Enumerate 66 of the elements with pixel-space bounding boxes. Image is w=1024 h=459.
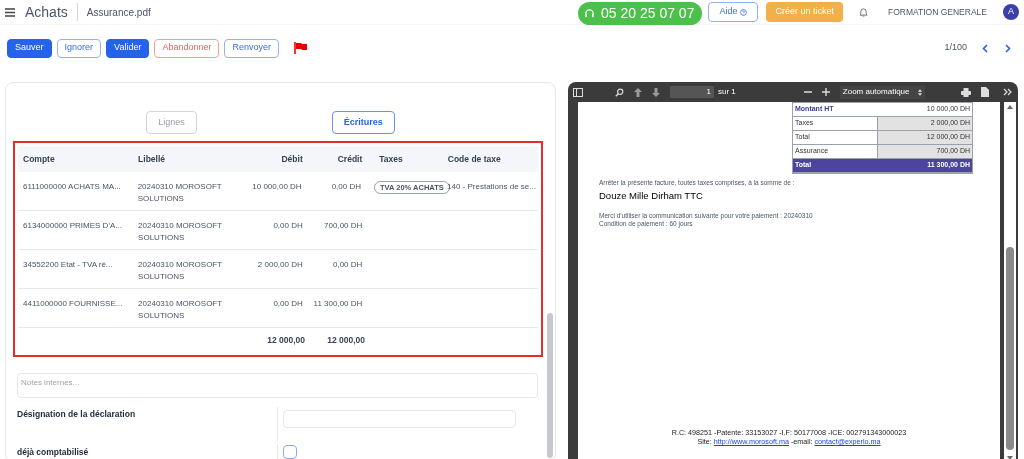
column-header[interactable]: Taxes [379,153,403,164]
zoom-select[interactable]: Zoom automatique [839,85,925,99]
tab[interactable]: Écritures [331,111,395,134]
page-input[interactable]: 1 [670,86,714,98]
toolbar-button[interactable]: Sauver [7,38,52,58]
column-header[interactable]: Libellé [138,153,165,164]
page-title: Achats [25,2,68,22]
scroll-up-icon[interactable] [1007,105,1013,109]
toolbar-button[interactable]: Valider [106,38,150,58]
toolbar-button[interactable]: Renvoyer [224,38,279,58]
table-cell: 140 - Prestations de se... [447,182,536,191]
table-cell: 6134000000 PRIMES D'A... [23,221,122,230]
table-cell: 20240310 MOROSOFT SOLUTIONS [138,299,222,320]
scrollbar[interactable] [547,313,553,458]
flag-icon[interactable] [294,42,308,54]
total-cell: 12 000,00 [327,334,365,345]
arrow-up-icon[interactable] [634,87,642,97]
table-cell: 0,00 DH [332,260,363,269]
table-cell: 20240310 MOROSOFT SOLUTIONS [137,182,222,203]
table-cell: 10 000,00 DH [252,182,302,191]
table-cell: 6111000000 ACHATS MA... [23,182,121,191]
table-cell: 20240310 MOROSOFT SOLUTIONS [138,221,222,242]
column-header[interactable]: Crédit [337,153,363,164]
table-cell: 2 000,00 DH [257,260,303,269]
bell-icon[interactable] [858,7,868,17]
avatar[interactable]: A [1003,4,1019,20]
chevron-left-icon[interactable] [982,43,988,53]
print-icon[interactable] [961,87,971,97]
minus-icon[interactable] [803,88,812,96]
table-cell: 11 300,00 DH [313,299,363,308]
table-cell: 0,00 DH [273,299,303,308]
table-cell: 0,00 DH [331,182,361,191]
table-cell: 700,00 DH [324,221,363,230]
arrow-down-icon[interactable] [652,87,660,97]
updown-icon [917,88,922,96]
table-cell: 0,00 DH [273,221,303,230]
sidebar-toggle-icon[interactable] [573,87,583,97]
table-cell: 20240310 MOROSOFT SOLUTIONS [138,260,222,281]
column-header[interactable]: Débit [281,153,303,164]
company-name[interactable]: FORMATION GENERALE [887,5,987,19]
help-button[interactable]: Aide [708,2,759,22]
column-header[interactable]: Code de taxe [447,153,501,164]
text-field[interactable] [283,410,516,428]
table-cell: 4411000000 FOURNISSE... [23,299,123,308]
document-icon[interactable] [981,87,989,97]
plus-icon[interactable] [821,88,830,96]
double-chevron-icon[interactable] [1003,88,1013,96]
question-icon [740,8,748,16]
amount-words: Douze Mille Dirham TTC [599,188,704,203]
chevron-right-icon[interactable] [1005,43,1011,53]
menu-icon[interactable] [5,7,15,17]
pager-text: 1/100 [944,41,967,55]
file-name: Assurance.pdf [86,5,151,20]
toolbar-button[interactable]: Ignorer [56,38,102,58]
field-label: Désignation de la déclaration [17,409,136,419]
scroll-thumb[interactable] [1006,247,1014,450]
headset-icon [584,7,595,19]
table-cell: 34552200 Etat - TVA ré... [23,260,113,269]
checkbox[interactable] [283,445,297,459]
total-cell: 12 000,00 [267,334,305,345]
search-icon[interactable] [615,87,624,97]
field-label: déjà comptabilisé [17,447,89,457]
scroll-down-icon[interactable] [1007,456,1013,459]
column-header[interactable]: Compte [23,153,55,164]
page-count: sur 1 [718,86,736,98]
pdf-scrollbar[interactable] [1004,102,1016,459]
